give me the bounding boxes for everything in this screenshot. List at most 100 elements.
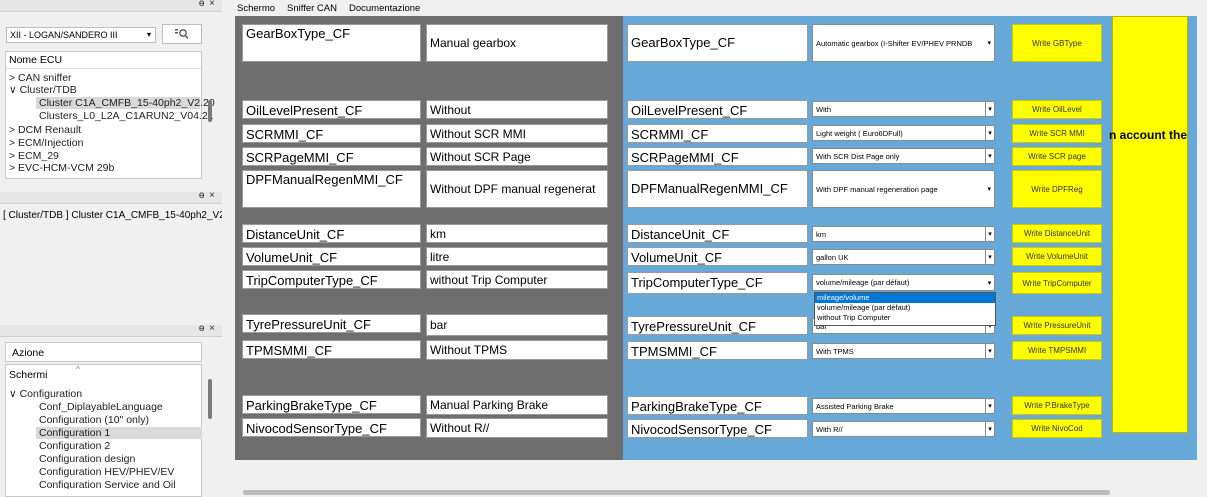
param-name-gearboxtype: GearBoxType_CF [242,24,421,62]
chevron-down-icon: ▾ [985,250,994,264]
select-value: With TPMS [816,346,854,356]
write-tmpsmmi-button[interactable]: Write TMPSMMI [1012,341,1102,360]
write-dpfreg-button[interactable]: Write DPFReg [1012,170,1102,208]
write-distanceunit-button[interactable]: Write DistanceUnit [1012,224,1102,243]
ecu-tree-header: Nome ECU [9,54,63,66]
current-value-nivocod: Without R// [426,418,608,438]
screen-configuration-2[interactable]: Configuration 2 [39,440,110,452]
param-label-tripcomputer: TripComputerType_CF [627,272,808,294]
tree-item-cluster-tdb[interactable]: ∨ Cluster/TDB [9,84,77,96]
panel-dock-close-icon[interactable]: ɵ × [199,323,216,334]
write-scrpage-button[interactable]: Write SCR page [1012,147,1102,166]
vehicle-select-value: XII - LOGAN/SANDERO III [10,30,118,40]
tree-item-ecm-injection[interactable]: > ECM/Injection [9,137,83,149]
write-gbtype-button[interactable]: Write GBType [1012,24,1102,62]
info-panel-text: n account the [1109,128,1188,142]
select-nivocod[interactable]: With R// ▾ [812,421,995,437]
panel-dock-close-icon[interactable]: ɵ × [199,0,216,9]
param-name-oillevel: OilLevelPresent_CF [242,100,421,119]
search-icon [175,29,189,40]
ecu-tree: Nome ECU > CAN sniffer ∨ Cluster/TDB Clu… [5,51,215,179]
action-header: Azione [5,342,202,362]
panel-titlebar-breadcrumb: ɵ × [0,190,222,204]
chevron-down-icon: ▾ [146,30,151,39]
screens-scrollbar[interactable] [208,379,212,419]
param-label-volumeunit: VolumeUnit_CF [627,247,808,266]
search-button[interactable] [162,24,202,44]
screen-configuration-1[interactable]: Configuration 1 [36,427,202,439]
select-oillevel[interactable]: With ▾ [812,101,995,117]
tree-scrollbar[interactable] [208,100,212,122]
screen-configuration-design[interactable]: Configuration design [39,453,135,465]
screen-configuration[interactable]: ∨ Configuration [9,388,82,400]
dropdown-option[interactable]: volume/mileage (par défaut) [815,303,995,313]
param-name-tripcomputer: TripComputerType_CF [242,270,421,289]
tab-documentazione[interactable]: Documentazione [349,3,420,14]
write-nivocod-button[interactable]: Write NivoCod [1012,419,1102,438]
write-pbraketype-button[interactable]: Write P.BrakeType [1012,396,1102,415]
param-label-gearboxtype: GearBoxType_CF [627,24,808,62]
tab-schermo[interactable]: Schermo [237,3,275,14]
breadcrumb: [ Cluster/TDB ] Cluster C1A_CMFB_15-40ph… [3,210,222,221]
current-value-oillevel: Without [426,100,608,119]
screen-configuration-service[interactable]: Configuration Service and Oil [39,479,176,489]
select-value: Light weight ( Euro6DFull) [816,128,903,138]
action-label: Azione [12,347,45,359]
param-label-parkingbrake: ParkingBrakeType_CF [627,396,808,415]
panel-dock-close-icon[interactable]: ɵ × [199,190,216,201]
vehicle-select[interactable]: XII - LOGAN/SANDERO III ▾ [6,27,156,43]
chevron-down-icon: ▾ [985,422,994,436]
tab-sniffer-can[interactable]: Sniffer CAN [287,3,337,14]
param-name-nivocod: NivocodSensorType_CF [242,418,421,437]
tree-item-evc-hcm-vcm[interactable]: > EVC-HCM-VCM 29b [9,162,114,172]
current-value-gearboxtype: Manual gearbox [426,24,608,62]
write-pressureunit-button[interactable]: Write PressureUnit [1012,316,1102,335]
tree-item-ecm-29[interactable]: > ECM_29 [9,150,59,162]
chevron-down-icon: ▾ [985,102,994,116]
chevron-up-icon[interactable]: ^ [76,364,80,374]
dropdown-option[interactable]: mileage/volume [815,293,995,303]
select-volumeunit[interactable]: gallon UK ▾ [812,249,995,265]
select-scrmmi[interactable]: Light weight ( Euro6DFull) ▾ [812,125,995,141]
select-parkingbrake[interactable]: Assisted Parking Brake ▾ [812,398,995,414]
tree-item-clusters-l0[interactable]: Clusters_L0_L2A_C1ARUN2_V04.21 [39,110,214,122]
horizontal-scrollbar[interactable] [243,490,1110,495]
tab-bar: Schermo Sniffer CAN Documentazione [222,0,1207,16]
tree-item-dcm-renault[interactable]: > DCM Renault [9,124,81,136]
select-tpmsmmi[interactable]: With TPMS ▾ [812,343,995,359]
current-value-scrpage: Without SCR Page [426,147,608,166]
param-label-tpmsmmi: TPMSMMI_CF [627,341,808,360]
select-tripcomputer[interactable]: volume/mileage (par défaut) ▾ [812,274,995,291]
param-name-scrpage: SCRPageMMI_CF [242,147,421,166]
screens-list: Schermi ^ ∨ Configuration Conf_Diplayabl… [5,364,212,497]
screen-conf-language[interactable]: Conf_DiplayableLanguage [39,401,163,413]
panel-edge [1188,16,1197,460]
left-panel: ɵ × XII - LOGAN/SANDERO III ▾ Nome ECU >… [0,0,222,497]
write-volumeunit-button[interactable]: Write VolumeUnit [1012,247,1102,266]
param-name-volumeunit: VolumeUnit_CF [242,247,421,266]
select-gearboxtype[interactable]: Automatic gearbox (I-Shifter EV/PHEV PRN… [812,24,995,62]
param-label-dpf: DPFManualRegenMMI_CF [627,170,808,208]
param-name-scrmmi: SCRMMI_CF [242,124,421,143]
select-value: With R// [816,424,843,434]
screens-header: Schermi [9,369,48,381]
param-label-distanceunit: DistanceUnit_CF [627,224,808,243]
select-distanceunit[interactable]: km ▾ [812,226,995,242]
tripcomputer-dropdown-list: mileage/volume volume/mileage (par défau… [814,292,996,326]
screen-configuration-hev[interactable]: Configuration HEV/PHEV/EV [39,466,174,478]
write-oillevel-button[interactable]: Write OilLevel [1012,100,1102,119]
select-value: With DPF manual regeneration page [816,184,938,194]
chevron-down-icon: ▾ [985,227,994,241]
select-dpf[interactable]: With DPF manual regeneration page ▾ [812,170,995,208]
tree-item-cluster-c1a[interactable]: Cluster C1A_CMFB_15-40ph2_V2.20 [36,97,215,109]
param-label-nivocod: NivocodSensorType_CF [627,419,808,438]
select-scrpage[interactable]: With SCR Dist Page only ▾ [812,148,995,164]
dropdown-option[interactable]: without Trip Computer [815,313,995,323]
write-tripcomputer-button[interactable]: Write TripComputer [1012,272,1102,294]
param-name-tyrepressure: TyrePressureUnit_CF [242,314,421,333]
write-scrmmi-button[interactable]: Write SCR MMI [1012,124,1102,143]
tree-item-can-sniffer[interactable]: > CAN sniffer [9,72,72,84]
screen-configuration-10[interactable]: Configuration (10" only) [39,414,149,426]
select-value: Assisted Parking Brake [816,401,894,411]
select-value: Automatic gearbox (I-Shifter EV/PHEV PRN… [816,38,973,48]
